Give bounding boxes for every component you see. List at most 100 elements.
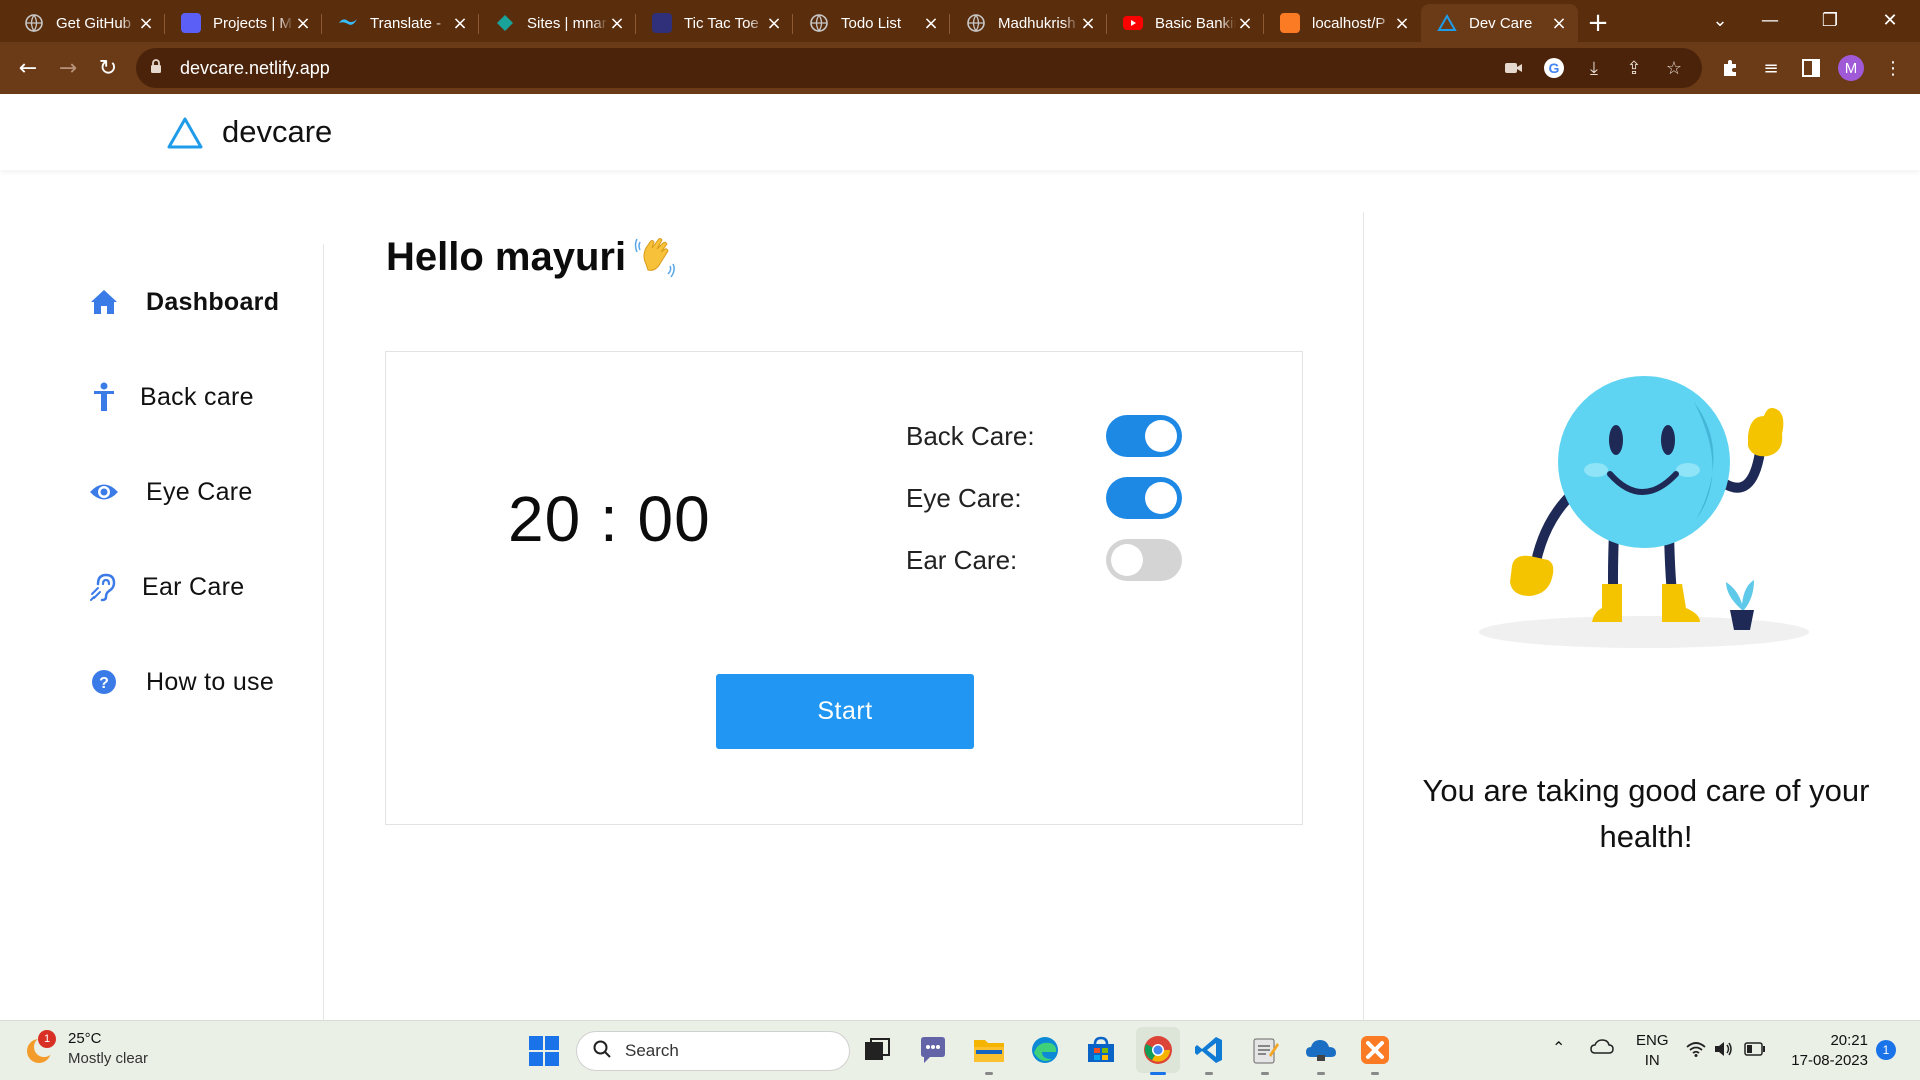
care-row-back: Back Care: (906, 414, 1182, 458)
eye-icon (84, 472, 124, 512)
weather-widget[interactable]: 1 25°C Mostly clear (22, 1029, 148, 1069)
google-lens-icon[interactable]: G (1542, 56, 1566, 80)
restore-button[interactable]: ❐ (1800, 0, 1860, 40)
browser-tab[interactable]: Translate - × (322, 4, 479, 42)
minimize-button[interactable]: — (1740, 0, 1800, 40)
tab-label: Dev Care (1469, 14, 1533, 32)
chrome-icon[interactable] (1136, 1027, 1180, 1075)
browser-tab[interactable]: localhost/P × (1264, 4, 1421, 42)
media-playlist-icon[interactable]: ≡ (1758, 55, 1784, 81)
tab-label: Tic Tac Toe (684, 14, 759, 32)
tab-close-icon[interactable]: × (922, 13, 940, 34)
taskbar-search[interactable]: Search (576, 1031, 850, 1071)
teams-chat-icon[interactable] (916, 1033, 950, 1067)
wifi-icon[interactable] (1686, 1041, 1706, 1063)
windows-start-icon[interactable] (528, 1035, 560, 1067)
battery-icon[interactable] (1744, 1042, 1766, 1062)
sidebar-item-label: Ear Care (142, 572, 245, 601)
sidebar-item-dashboard[interactable]: Dashboard (84, 282, 279, 322)
sidebar-item-ear-care[interactable]: Ear Care (84, 567, 244, 607)
browser-tab[interactable]: Todo List × (793, 4, 950, 42)
sidebar-item-eye-care[interactable]: Eye Care (84, 472, 253, 512)
show-hidden-icons-chevron-icon[interactable]: ⌃ (1552, 1039, 1565, 1059)
devcare-triangle-icon[interactable] (166, 116, 204, 150)
browser-tab[interactable]: Sites | mnar × (479, 4, 636, 42)
toggle-knob (1145, 482, 1177, 514)
tab-close-icon[interactable]: × (137, 13, 155, 34)
waving-hand-icon (634, 238, 675, 278)
start-button[interactable]: Start (716, 674, 974, 749)
close-window-button[interactable]: ✕ (1860, 0, 1920, 40)
forward-arrow-icon[interactable]: → (48, 48, 88, 88)
tab-close-icon[interactable]: × (765, 13, 783, 34)
microsoft-store-icon[interactable] (1084, 1033, 1118, 1067)
sidebar-item-back-care[interactable]: Back care (84, 377, 254, 417)
volume-icon[interactable] (1714, 1041, 1734, 1063)
menu-kebab-icon[interactable]: ⋮ (1880, 55, 1906, 81)
onedrive-cloud-icon[interactable] (1304, 1033, 1338, 1075)
devcare-page: devcare Dashboard Back care Eye Care Ear… (0, 94, 1920, 1020)
right-panel: You are taking good care of your health! (1363, 212, 1920, 1020)
globe-icon (809, 13, 829, 33)
bookmark-star-icon[interactable]: ☆ (1662, 56, 1686, 80)
browser-tab[interactable]: Madhukrish × (950, 4, 1107, 42)
svg-text:?: ? (99, 675, 109, 692)
care-row-ear: Ear Care: (906, 538, 1182, 582)
extensions-puzzle-icon[interactable] (1718, 55, 1744, 81)
weather-badge: 1 (38, 1030, 56, 1048)
ear-care-toggle[interactable] (1106, 539, 1182, 581)
language-line2: IN (1644, 1052, 1660, 1069)
browser-tab[interactable]: Basic Bankir × (1107, 4, 1264, 42)
vscode-icon[interactable] (1192, 1033, 1226, 1075)
sidebar-item-how-to-use[interactable]: ? How to use (84, 662, 274, 702)
notification-badge[interactable]: 1 (1876, 1040, 1896, 1060)
camera-icon[interactable] (1502, 56, 1526, 80)
windows-taskbar: 1 25°C Mostly clear Search ⌃ ENG IN 20:2… (0, 1020, 1920, 1080)
new-tab-button[interactable]: + (1578, 4, 1618, 42)
browser-tab[interactable]: Tic Tac Toe × (636, 4, 793, 42)
browser-tab[interactable]: Get GitHub × (8, 4, 165, 42)
tab-close-icon[interactable]: × (294, 13, 312, 34)
file-explorer-icon[interactable] (972, 1033, 1006, 1075)
language-indicator[interactable]: ENG IN (1636, 1031, 1669, 1071)
tab-close-icon[interactable]: × (1550, 13, 1568, 34)
clock[interactable]: 20:21 17-08-2023 (1782, 1031, 1868, 1071)
eye-care-toggle[interactable] (1106, 477, 1182, 519)
task-view-icon[interactable] (860, 1033, 894, 1067)
install-app-icon[interactable]: ⤓ (1582, 56, 1606, 80)
home-icon (84, 282, 124, 322)
tab-label: Basic Bankir (1155, 14, 1236, 32)
browser-tab[interactable]: Dev Care × (1421, 4, 1578, 42)
tab-close-icon[interactable]: × (608, 13, 626, 34)
tab-close-icon[interactable]: × (1236, 13, 1254, 34)
tab-close-icon[interactable]: × (451, 13, 469, 34)
sidebar-item-label: Eye Care (146, 477, 253, 506)
edge-browser-icon[interactable] (1028, 1033, 1062, 1067)
toggle-knob (1111, 544, 1143, 576)
profile-avatar[interactable]: M (1838, 55, 1864, 81)
tab-label: Todo List (841, 14, 902, 32)
active-indicator (1150, 1072, 1166, 1075)
search-icon (593, 1040, 611, 1062)
cloud-tray-icon[interactable] (1590, 1039, 1614, 1061)
share-icon[interactable]: ⇪ (1622, 56, 1646, 80)
tab-close-icon[interactable]: × (1393, 13, 1411, 34)
grid-icon (652, 13, 672, 33)
brand-name[interactable]: devcare (222, 114, 332, 150)
tab-close-icon[interactable]: × (1079, 13, 1097, 34)
browser-tab[interactable]: Projects | M × (165, 4, 322, 42)
side-panel-icon[interactable] (1798, 55, 1824, 81)
sidebar-item-label: Back care (140, 382, 254, 411)
language-line1: ENG (1636, 1032, 1669, 1049)
reload-icon[interactable]: ↻ (88, 48, 128, 88)
notepad-icon[interactable] (1248, 1033, 1282, 1075)
youtube-icon (1123, 13, 1143, 33)
running-indicator (985, 1072, 993, 1075)
xampp-icon[interactable] (1358, 1033, 1392, 1075)
back-care-toggle[interactable] (1106, 415, 1182, 457)
back-arrow-icon[interactable]: ← (8, 48, 48, 88)
sidebar-item-label: How to use (146, 667, 275, 696)
greeting-text: Hello mayuri (386, 234, 627, 279)
address-bar[interactable]: devcare.netlify.app G ⤓ ⇪ ☆ (136, 48, 1702, 88)
weather-temperature: 25°C (68, 1030, 102, 1047)
